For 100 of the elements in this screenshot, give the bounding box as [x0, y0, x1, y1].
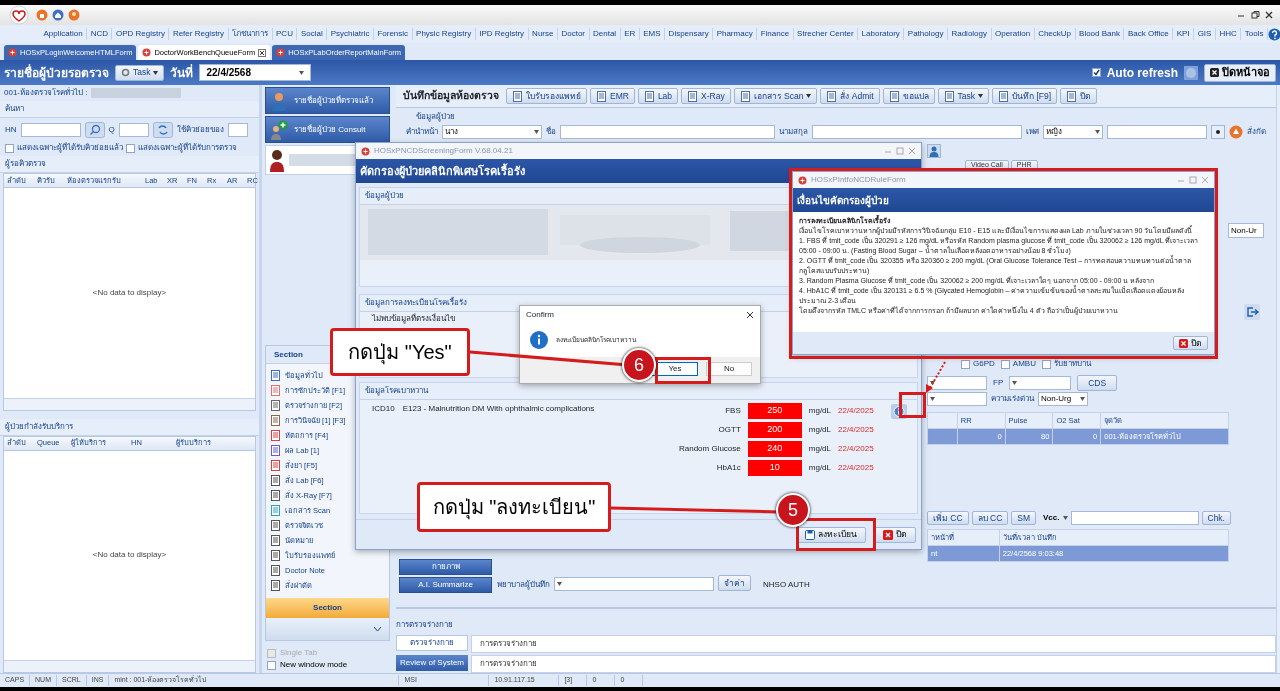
- user-icon[interactable]: [68, 9, 80, 21]
- side-button[interactable]: A.I. Summarize: [399, 577, 492, 593]
- name-field[interactable]: [560, 125, 775, 139]
- menu-item[interactable]: HHC: [1215, 28, 1242, 40]
- menu-item[interactable]: GIS: [1194, 28, 1216, 40]
- checkbox[interactable]: [126, 143, 135, 153]
- maximize-icon[interactable]: [896, 147, 904, 155]
- menu-item[interactable]: Psychiatric: [327, 28, 374, 40]
- person-icon[interactable]: [927, 144, 941, 158]
- vcc-field[interactable]: [1070, 511, 1199, 525]
- menu-item[interactable]: CheckUp: [1034, 28, 1076, 40]
- checkbox[interactable]: [1041, 359, 1051, 369]
- nurse-select[interactable]: [554, 577, 714, 591]
- cds-button[interactable]: CDS: [1077, 375, 1118, 391]
- priority-field[interactable]: Non-Ur: [1228, 223, 1264, 238]
- menu-item[interactable]: Laboratory: [858, 28, 905, 40]
- menu-item[interactable]: โภชนาการ: [228, 28, 273, 40]
- close-button[interactable]: ปิด: [874, 526, 916, 543]
- menu-item[interactable]: Dental: [589, 28, 621, 40]
- fp-select[interactable]: [1009, 376, 1072, 390]
- dialog-button[interactable]: Yes: [652, 362, 698, 376]
- menu-item[interactable]: Radiology: [947, 28, 992, 40]
- dropdown-field[interactable]: [927, 392, 987, 406]
- menu-item[interactable]: Dispensary: [665, 28, 714, 40]
- menu-item[interactable]: Doctor: [557, 28, 590, 40]
- toolbar-button[interactable]: เอกสาร Scan: [733, 88, 818, 104]
- text-area[interactable]: การตรวจร่างกาย: [471, 635, 1276, 653]
- text-field[interactable]: [1107, 125, 1207, 139]
- search-icon[interactable]: [84, 122, 105, 138]
- menu-item[interactable]: KPI: [1173, 28, 1195, 40]
- dropdown-field[interactable]: [927, 376, 987, 390]
- menu-item[interactable]: Strecher Center: [793, 28, 859, 40]
- menu-item[interactable]: Back Office: [1124, 28, 1174, 40]
- maximize-icon[interactable]: [1189, 176, 1197, 184]
- checkbox[interactable]: [961, 359, 970, 369]
- urgency-select[interactable]: Non-Urg: [1038, 392, 1088, 406]
- close-icon[interactable]: [746, 310, 754, 319]
- toolbar-button[interactable]: EMR: [590, 88, 635, 104]
- menu-item[interactable]: Physic Registry: [412, 28, 476, 40]
- menu-item[interactable]: Pathology: [904, 28, 948, 40]
- cc-button[interactable]: ลบ CC: [971, 511, 1009, 525]
- menu-item[interactable]: Social: [297, 28, 328, 40]
- toolbar-button[interactable]: ขอแปล: [882, 88, 935, 104]
- menu-item[interactable]: Forensic: [373, 28, 413, 40]
- refresh-icon[interactable]: [152, 122, 173, 138]
- menu-item[interactable]: Finance: [757, 28, 794, 40]
- menu-item[interactable]: EMS: [639, 28, 666, 40]
- task-button[interactable]: Task: [115, 64, 165, 81]
- menu-item[interactable]: Operation: [991, 28, 1035, 40]
- menu-item[interactable]: Pharmacy: [713, 28, 758, 40]
- sex-select[interactable]: หญิง: [1043, 125, 1103, 139]
- help-icon[interactable]: [1184, 65, 1198, 80]
- hn-field[interactable]: [20, 123, 81, 137]
- toolbar-button[interactable]: Task: [937, 88, 990, 104]
- menu-item[interactable]: PCU: [272, 28, 298, 40]
- check-button[interactable]: Chk.: [1201, 511, 1231, 525]
- tab[interactable]: ตรวจร่างกาย: [396, 635, 468, 651]
- menu-item[interactable]: Application: [40, 28, 88, 40]
- menu-item[interactable]: ER: [620, 28, 640, 40]
- nav-button[interactable]: รายชื่อผู้ป่วยที่ตรวจแล้ว: [265, 87, 390, 114]
- toolbar-button[interactable]: สั่ง Admit: [820, 88, 880, 104]
- register-button[interactable]: ลงทะเบียน: [796, 526, 866, 543]
- home-icon[interactable]: [52, 9, 64, 21]
- remember-button[interactable]: จำค่า: [718, 575, 751, 591]
- subqueue-field[interactable]: [227, 123, 248, 137]
- exit-icon[interactable]: [1244, 304, 1260, 320]
- checkbox[interactable]: [267, 660, 276, 670]
- side-button[interactable]: กายภาพ: [399, 559, 492, 575]
- close-button[interactable]: ปิด: [1173, 336, 1208, 350]
- lock-icon[interactable]: [36, 9, 48, 21]
- cc-button[interactable]: เพิ่ม CC: [927, 511, 969, 525]
- queue-field[interactable]: [118, 123, 149, 137]
- tab[interactable]: Review of System: [396, 655, 468, 671]
- menu-item[interactable]: Tools: [1241, 28, 1268, 40]
- nav-button[interactable]: รายชื่อผู้ป่วย Consult: [265, 116, 390, 143]
- close-icon[interactable]: [1264, 10, 1274, 20]
- help-icon[interactable]: [1267, 27, 1280, 41]
- text-area[interactable]: การตรวจร่างกาย: [471, 655, 1276, 673]
- dialog-button[interactable]: No: [706, 362, 752, 376]
- checkbox[interactable]: [1091, 68, 1101, 77]
- menu-item[interactable]: Nurse: [528, 28, 558, 40]
- menu-item[interactable]: NCD: [87, 28, 113, 40]
- toolbar-button[interactable]: ใบรับรองแพทย์: [506, 88, 587, 104]
- toolbar-button[interactable]: ปิด: [1060, 88, 1098, 104]
- menu-item[interactable]: Refer Registry: [169, 28, 229, 40]
- toolbar-button[interactable]: X-Ray: [681, 88, 731, 104]
- date-field[interactable]: 22/4/2568: [199, 64, 312, 81]
- checkbox[interactable]: [1000, 359, 1010, 369]
- section-button[interactable]: Section: [266, 598, 389, 618]
- menu-item[interactable]: IPD Registry: [475, 28, 529, 40]
- menu-item[interactable]: Blood Bank: [1075, 28, 1125, 40]
- toolbar-button[interactable]: Lab: [637, 88, 679, 104]
- restore-icon[interactable]: [1250, 10, 1260, 20]
- cc-button[interactable]: SM: [1011, 511, 1037, 525]
- menu-item[interactable]: OPD Registry: [112, 28, 170, 40]
- surname-field[interactable]: [812, 125, 1022, 139]
- close-button[interactable]: ปิดหน้าจอ: [1204, 63, 1276, 82]
- prefix-select[interactable]: นาง: [442, 125, 542, 139]
- close-icon[interactable]: [258, 48, 267, 57]
- toolbar-button[interactable]: บันทึก [F9]: [992, 88, 1058, 104]
